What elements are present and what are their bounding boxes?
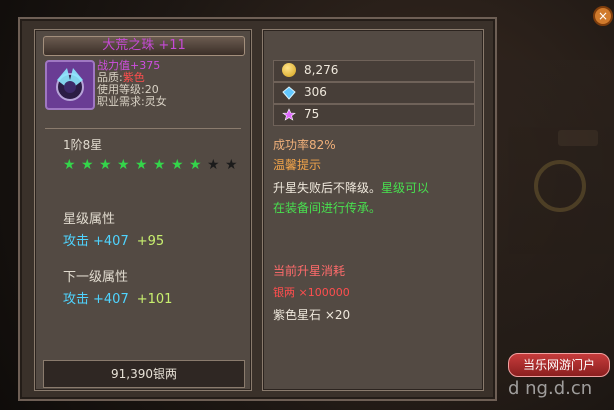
item-info: 战力值+375 品质:紫色 使用等级:20 职业需求:灵女 <box>97 60 237 108</box>
star-filled-icon: ★ <box>63 157 76 173</box>
current-attack-label: 攻击 <box>63 234 90 249</box>
background-ring-icon <box>534 160 586 212</box>
stars-level: 1阶8星 <box>63 138 103 152</box>
next-attribute-line: 攻击 +407 +101 <box>63 288 172 307</box>
background-coin-box <box>558 130 598 146</box>
success-rate: 成功率82% <box>273 138 336 152</box>
consume-stone: 紫色星石 ×20 <box>273 308 351 322</box>
item-panel: 大荒之珠 +11 战力值+375 品质:紫色 使用等级:20 职业需求:灵女 1… <box>34 29 252 391</box>
next-attribute-title: 下一级属性 <box>63 270 129 285</box>
watermark: d ng.d.cn <box>508 378 593 399</box>
item-required-job: 职业需求:灵女 <box>97 95 167 108</box>
upgrade-cost-bar: 91,390银两 <box>43 360 245 388</box>
current-attribute-title: 星级属性 <box>63 212 116 227</box>
background-side-panel <box>498 60 614 360</box>
star-filled-icon: ★ <box>171 157 184 173</box>
star-filled-icon: ★ <box>81 157 94 173</box>
star-currency-value: 75 <box>304 107 320 121</box>
purple-star-icon <box>282 107 296 121</box>
close-icon[interactable]: × <box>593 6 613 26</box>
upgrade-window: 大荒之珠 +11 战力值+375 品质:紫色 使用等级:20 职业需求:灵女 1… <box>18 17 497 401</box>
diamond-value: 306 <box>304 85 327 99</box>
gold-coin-icon <box>282 63 296 77</box>
tip-text: 升星失败后不降级。星级可以 在装备间进行传承。 <box>273 178 473 218</box>
next-attack-label: 攻击 <box>63 292 90 307</box>
star-filled-icon: ★ <box>135 157 148 173</box>
upgrade-info-panel: 8,276 306 75 成功率82% 温馨提示 升星失败后不降级。星级可以 在… <box>262 29 484 391</box>
divider <box>45 128 241 129</box>
gold-value: 8,276 <box>304 63 339 77</box>
tip-title: 温馨提示 <box>273 158 322 172</box>
stars-row: ★ ★ ★ ★ ★ ★ ★ ★ ★ ★ <box>63 158 253 174</box>
item-name: 大荒之珠 <box>102 38 155 53</box>
item-enhance: +11 <box>158 38 186 53</box>
gold-row: 8,276 <box>273 60 475 82</box>
current-attribute-line: 攻击 +407 +95 <box>63 230 164 249</box>
next-attack-bonus: +101 <box>136 292 173 307</box>
star-currency-row: 75 <box>273 104 475 126</box>
diamond-icon <box>282 85 296 100</box>
orb-item-icon[interactable] <box>45 60 95 110</box>
star-empty-icon: ★ <box>225 157 238 173</box>
current-attack-base: +407 <box>93 234 129 249</box>
consume-title: 当前升星消耗 <box>273 264 346 278</box>
star-filled-icon: ★ <box>117 157 130 173</box>
next-attack-base: +407 <box>93 292 129 307</box>
star-empty-icon: ★ <box>207 157 220 173</box>
star-filled-icon: ★ <box>99 157 112 173</box>
star-filled-icon: ★ <box>153 157 166 173</box>
tip-line2: 在装备间进行传承。 <box>273 201 382 215</box>
current-attack-bonus: +95 <box>136 234 165 249</box>
star-filled-icon: ★ <box>189 157 202 173</box>
diamond-row: 306 <box>273 82 475 104</box>
consume-silver: 银两 ×100000 <box>273 286 350 299</box>
tip-line1-highlight: 星级可以 <box>381 181 430 195</box>
upgrade-cost: 91,390银两 <box>111 367 177 381</box>
tip-line1: 升星失败后不降级。 <box>273 181 382 195</box>
item-title: 大荒之珠 +11 <box>43 36 245 56</box>
portal-button[interactable]: 当乐网游门户 <box>508 353 610 377</box>
